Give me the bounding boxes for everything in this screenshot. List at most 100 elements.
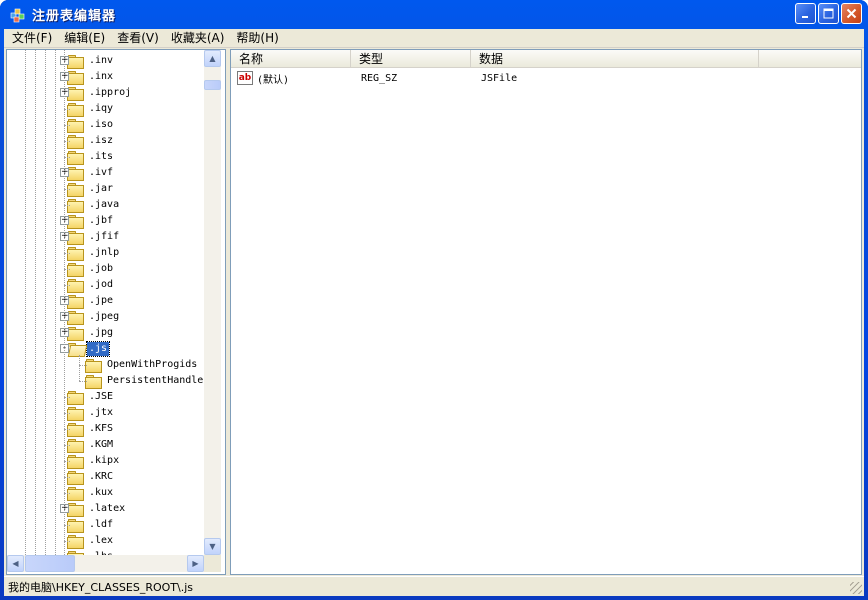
- tree-key-label: .js: [85, 341, 111, 357]
- tree-key-label: .jtx: [89, 407, 114, 418]
- tree-key[interactable]: .KGM: [67, 437, 115, 453]
- tree-key[interactable]: .jtx: [67, 405, 115, 421]
- tree-key[interactable]: .jpe: [67, 293, 115, 309]
- tree-key-label: .lex: [89, 535, 114, 546]
- tree-key-label: .JSE: [89, 391, 114, 402]
- tree-key[interactable]: .kux: [67, 485, 115, 501]
- tree-key-label: .job: [89, 263, 114, 274]
- close-button[interactable]: [841, 3, 862, 24]
- scroll-thumb[interactable]: [204, 80, 221, 90]
- menu-favorites[interactable]: 收藏夹(A): [165, 29, 231, 48]
- title-bar[interactable]: 注册表编辑器: [4, 0, 864, 29]
- folder-icon: [67, 87, 84, 101]
- value-type: REG_SZ: [361, 72, 398, 84]
- tree-guide-line: [64, 50, 65, 555]
- value-row[interactable]: ab (默认) REG_SZ JSFile: [231, 69, 517, 87]
- tree-key[interactable]: .lex: [67, 533, 115, 549]
- folder-icon: [67, 231, 84, 245]
- tree-key[interactable]: .job: [67, 261, 115, 277]
- tree-vertical-scrollbar[interactable]: ▲ ▼: [204, 50, 221, 555]
- tree-subkey[interactable]: PersistentHandle: [85, 373, 204, 389]
- tree-horizontal-scrollbar[interactable]: ◀ ▶: [7, 555, 221, 572]
- tree-key-label: .inx: [89, 71, 114, 82]
- tree-key[interactable]: .isz: [67, 133, 115, 149]
- tree-key[interactable]: .iso: [67, 117, 115, 133]
- tree-connector: [79, 381, 87, 382]
- tree-key-label: .ldf: [89, 519, 114, 530]
- tree-key[interactable]: .jod: [67, 277, 115, 293]
- client-area: 文件(F) 编辑(E) 查看(V) 收藏夹(A) 帮助(H) .inv + .inx…: [4, 29, 864, 596]
- chevron-left-icon: ◀: [12, 559, 19, 568]
- tree-key[interactable]: .java: [67, 197, 121, 213]
- value-data: JSFile: [481, 72, 518, 84]
- menu-file[interactable]: 文件(F): [6, 29, 58, 48]
- tree-key-label: .jpg: [89, 327, 114, 338]
- resize-grip-icon[interactable]: [850, 582, 862, 594]
- values-list-pane[interactable]: 名称 类型 数据 ab (默认) REG_SZ JSFile: [230, 49, 862, 575]
- tree-guide-line: [45, 50, 46, 555]
- window-title: 注册表编辑器: [32, 9, 117, 24]
- tree-key[interactable]: .jnlp: [67, 245, 121, 261]
- column-type-header[interactable]: 类型: [351, 50, 471, 68]
- tree-key[interactable]: .KFS: [67, 421, 115, 437]
- scroll-down-button[interactable]: ▼: [204, 538, 221, 555]
- tree-key[interactable]: .jpeg: [67, 309, 121, 325]
- tree-key[interactable]: .jfif: [67, 229, 121, 245]
- minimize-button[interactable]: [795, 3, 816, 24]
- tree-key[interactable]: .jbf: [67, 213, 115, 229]
- folder-icon: [67, 215, 84, 229]
- tree-key[interactable]: .JSE: [67, 389, 115, 405]
- folder-icon: [67, 327, 84, 341]
- menu-bar: 文件(F) 编辑(E) 查看(V) 收藏夹(A) 帮助(H): [4, 29, 864, 48]
- tree-key[interactable]: .KRC: [67, 469, 115, 485]
- folder-open-icon: [67, 343, 83, 355]
- tree-key-label: .KFS: [89, 423, 114, 434]
- menu-help[interactable]: 帮助(H): [230, 29, 284, 48]
- tree-key-label: .its: [89, 151, 114, 162]
- tree-key[interactable]: .latex: [67, 501, 127, 517]
- hscroll-thumb[interactable]: [25, 555, 75, 572]
- tree-key[interactable]: .kipx: [67, 453, 121, 469]
- status-path: 我的电脑\HKEY_CLASSES_ROOT\.js: [8, 580, 194, 594]
- tree-key-label: .jod: [89, 279, 114, 290]
- tree-key-label: .java: [89, 199, 120, 210]
- maximize-button[interactable]: [818, 3, 839, 24]
- scroll-left-button[interactable]: ◀: [7, 555, 24, 572]
- tree-key-label: .iqy: [89, 103, 114, 114]
- column-data-header[interactable]: 数据: [471, 50, 759, 68]
- tree-key[interactable]: .inv: [67, 53, 115, 69]
- folder-icon: [67, 503, 84, 517]
- scroll-right-button[interactable]: ▶: [187, 555, 204, 572]
- tree-key[interactable]: .ldf: [67, 517, 115, 533]
- tree-key-label: .KGM: [89, 439, 114, 450]
- tree-key[interactable]: .iqy: [67, 101, 115, 117]
- panes: .inv + .inx + .ipproj + .iqy .iso .isz .its .ivf +.…: [6, 49, 862, 575]
- tree-guide-line: [55, 50, 56, 555]
- folder-icon: [67, 311, 84, 325]
- tree-key[interactable]: .inx: [67, 69, 115, 85]
- tree-key[interactable]: .jar: [67, 181, 115, 197]
- tree-key[interactable]: .ivf: [67, 165, 115, 181]
- tree-key[interactable]: .its: [67, 149, 115, 165]
- tree-key[interactable]: .js: [67, 341, 111, 357]
- tree-key-label: .ivf: [89, 167, 114, 178]
- close-icon: [846, 8, 857, 19]
- folder-icon: [67, 167, 84, 181]
- tree-key[interactable]: .ipproj: [67, 85, 133, 101]
- scroll-up-button[interactable]: ▲: [204, 50, 221, 67]
- chevron-down-icon: ▼: [209, 542, 216, 551]
- tree-key-label: .ipproj: [89, 87, 132, 98]
- folder-icon: [85, 359, 102, 373]
- tree-key-label: .kipx: [89, 455, 120, 466]
- menu-edit[interactable]: 编辑(E): [58, 29, 111, 48]
- minimize-icon: [802, 16, 808, 18]
- tree-key-label: .jbf: [89, 215, 114, 226]
- column-name-header[interactable]: 名称: [231, 50, 351, 68]
- tree-key-label: .jnlp: [89, 247, 120, 258]
- tree-key-label: .kux: [89, 487, 114, 498]
- string-value-icon: ab: [237, 71, 253, 85]
- menu-view[interactable]: 查看(V): [111, 29, 165, 48]
- key-tree-pane[interactable]: .inv + .inx + .ipproj + .iqy .iso .isz .its .ivf +.…: [6, 49, 226, 575]
- tree-subkey[interactable]: OpenWithProgids: [85, 357, 199, 373]
- tree-key[interactable]: .jpg: [67, 325, 115, 341]
